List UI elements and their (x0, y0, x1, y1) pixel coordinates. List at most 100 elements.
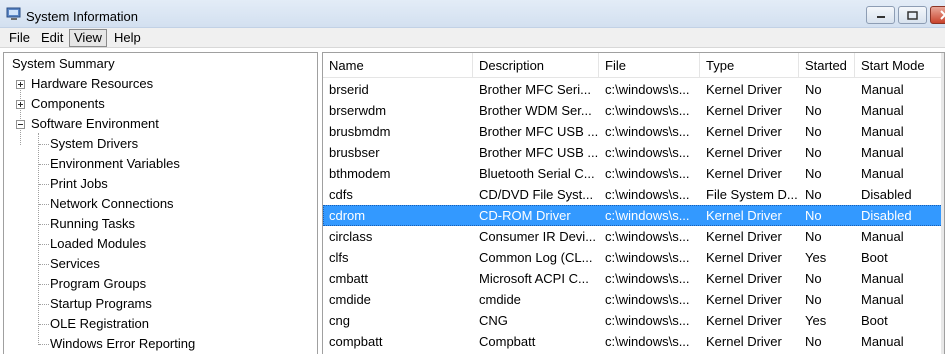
close-button[interactable] (930, 6, 945, 24)
menu-edit[interactable]: Edit (37, 29, 67, 47)
table-row[interactable]: cdfs CD/DVD File Syst... c:\windows\s... Fi… (323, 184, 943, 205)
cell-type: Kernel Driver (706, 208, 782, 223)
vertical-scrollbar[interactable] (941, 53, 944, 354)
table-row[interactable]: cdrom CD-ROM Driver c:\windows\s... Kernel … (323, 205, 943, 226)
tree-item-system-summary[interactable]: System Summary (12, 54, 115, 74)
cell-name: circlass (329, 229, 373, 244)
tree-item-services[interactable]: Services (50, 254, 100, 274)
tree-item-hardware-resources[interactable]: Hardware Resources (31, 74, 153, 94)
cell-file: c:\windows\s... (605, 103, 690, 118)
tree-item-windows-error-reporting[interactable]: Windows Error Reporting (50, 334, 195, 354)
menu-help[interactable]: Help (110, 29, 145, 47)
title-bar: System Information (0, 0, 945, 28)
cell-name: cng (329, 313, 350, 328)
cell-file: c:\windows\s... (605, 145, 690, 160)
cell-type: Kernel Driver (706, 229, 782, 244)
tree-item-system-drivers[interactable]: System Drivers (50, 134, 138, 154)
column-header-name[interactable]: Name (323, 53, 473, 78)
cell-started: No (805, 166, 822, 181)
cell-type: Kernel Driver (706, 82, 782, 97)
cell-started: No (805, 187, 822, 202)
tree-guide-line (20, 85, 21, 145)
cell-start-mode: Manual (861, 145, 904, 160)
cell-file: c:\windows\s... (605, 166, 690, 181)
table-row[interactable]: brusbser Brother MFC USB ... c:\windows\s.… (323, 142, 943, 163)
list-header: Name Description File Type Started Start… (323, 53, 943, 78)
cell-start-mode: Manual (861, 334, 904, 349)
minimize-icon (876, 16, 885, 18)
tree-item-components[interactable]: Components (31, 94, 105, 114)
cell-description: Consumer IR Devi... (479, 229, 597, 244)
tree-guide-line (39, 284, 49, 285)
table-row[interactable]: bthmodem Bluetooth Serial C... c:\windows\… (323, 163, 943, 184)
table-row[interactable]: clfs Common Log (CL... c:\windows\s... Kern… (323, 247, 943, 268)
column-header-type[interactable]: Type (700, 53, 799, 78)
cell-started: No (805, 82, 822, 97)
tree-guide-line (39, 184, 49, 185)
cell-type: File System D... (706, 187, 798, 202)
plus-expander-icon[interactable] (16, 100, 25, 109)
tree-guide-line (39, 144, 49, 145)
table-row[interactable]: cmbatt Microsoft ACPI C... c:\windows\s...… (323, 268, 943, 289)
tree-guide-line (39, 264, 49, 265)
maximize-icon (907, 10, 918, 20)
cell-file: c:\windows\s... (605, 292, 690, 307)
menu-view[interactable]: View (69, 29, 107, 47)
cell-start-mode: Disabled (861, 208, 912, 223)
minimize-button[interactable] (866, 6, 895, 24)
tree-item-ole-registration[interactable]: OLE Registration (50, 314, 149, 334)
cell-start-mode: Manual (861, 292, 904, 307)
tree-item-print-jobs[interactable]: Print Jobs (50, 174, 108, 194)
table-row[interactable]: cng CNG c:\windows\s... Kernel Driver Yes Boo… (323, 310, 943, 331)
tree-item-environment-variables[interactable]: Environment Variables (50, 154, 180, 174)
tree-item-network-connections[interactable]: Network Connections (50, 194, 174, 214)
cell-type: Kernel Driver (706, 166, 782, 181)
cell-file: c:\windows\s... (605, 313, 690, 328)
cell-description: Brother MFC USB ... (479, 124, 599, 139)
cell-type: Kernel Driver (706, 103, 782, 118)
tree-item-running-tasks[interactable]: Running Tasks (50, 214, 135, 234)
cell-name: bthmodem (329, 166, 391, 181)
cell-name: brserwdm (329, 103, 387, 118)
column-header-description[interactable]: Description (473, 53, 599, 78)
cell-file: c:\windows\s... (605, 334, 690, 349)
cell-description: Compbatt (479, 334, 536, 349)
menu-file[interactable]: File (5, 29, 34, 47)
cell-description: cmdide (479, 292, 521, 307)
tree-item-program-groups[interactable]: Program Groups (50, 274, 146, 294)
table-row[interactable]: cmdide cmdide c:\windows\s... Kernel Driver… (323, 289, 943, 310)
minus-expander-icon[interactable] (16, 120, 25, 129)
category-tree: System Summary Hardware Resources Compon… (3, 52, 318, 354)
tree-item-software-environment[interactable]: Software Environment (31, 114, 159, 134)
table-row[interactable]: brserwdm Brother WDM Ser... c:\windows\s..… (323, 100, 943, 121)
cell-start-mode: Manual (861, 229, 904, 244)
cell-description: Common Log (CL... (479, 250, 593, 265)
tree-guide-line (39, 204, 49, 205)
maximize-button[interactable] (898, 6, 927, 24)
cell-started: No (805, 103, 822, 118)
table-row[interactable]: circlass Consumer IR Devi... c:\windows\s.… (323, 226, 943, 247)
cell-description: Brother MFC Seri... (479, 82, 591, 97)
cell-started: No (805, 124, 822, 139)
drivers-list: Name Description File Type Started Start… (322, 52, 945, 354)
cell-started: Yes (805, 250, 827, 265)
cell-name: clfs (329, 250, 349, 265)
tree-guide-line (39, 224, 49, 225)
cell-description: Brother WDM Ser... (479, 103, 592, 118)
cell-file: c:\windows\s... (605, 271, 690, 286)
cell-started: No (805, 145, 822, 160)
table-row[interactable]: brserid Brother MFC Seri... c:\windows\s..… (323, 79, 943, 100)
cell-name: brusbser (329, 145, 380, 160)
cell-start-mode: Manual (861, 82, 904, 97)
plus-expander-icon[interactable] (16, 80, 25, 89)
column-header-start-mode[interactable]: Start Mode (855, 53, 943, 78)
column-header-started[interactable]: Started (799, 53, 855, 78)
column-header-file[interactable]: File (599, 53, 700, 78)
cell-type: Kernel Driver (706, 292, 782, 307)
table-row[interactable]: brusbmdm Brother MFC USB ... c:\windows\s.… (323, 121, 943, 142)
cell-started: No (805, 334, 822, 349)
close-icon (940, 10, 945, 20)
tree-item-loaded-modules[interactable]: Loaded Modules (50, 234, 146, 254)
tree-item-startup-programs[interactable]: Startup Programs (50, 294, 152, 314)
table-row[interactable]: compbatt Compbatt c:\windows\s... Kernel Dr… (323, 331, 943, 352)
